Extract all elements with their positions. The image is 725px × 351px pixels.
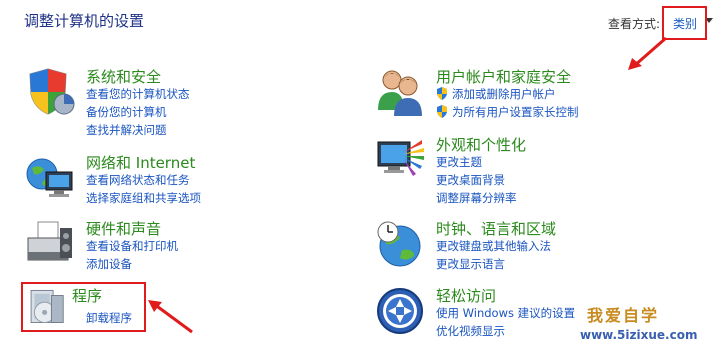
network-globe-icon xyxy=(26,158,73,197)
link-parental-controls[interactable]: 为所有用户设置家长控制 xyxy=(436,104,579,120)
uac-shield-icon xyxy=(437,105,447,118)
link-desktop-background[interactable]: 更改桌面背景 xyxy=(436,172,505,188)
link-screen-resolution[interactable]: 调整屏幕分辨率 xyxy=(436,190,517,206)
link-add-remove-accounts[interactable]: 添加或删除用户帐户 xyxy=(436,86,556,102)
users-icon xyxy=(378,70,422,116)
link-change-display-language[interactable]: 更改显示语言 xyxy=(436,256,505,272)
category-title-network-internet[interactable]: 网络和 Internet xyxy=(86,152,195,173)
link-troubleshoot[interactable]: 查找并解决问题 xyxy=(86,122,167,138)
view-by-label: 查看方式: xyxy=(608,17,661,31)
link-homegroup-sharing[interactable]: 选择家庭组和共享选项 xyxy=(86,190,201,206)
category-title-clock-language-region[interactable]: 时钟、语言和区域 xyxy=(436,218,556,239)
link-windows-suggested-settings[interactable]: 使用 Windows 建议的设置 xyxy=(436,305,575,321)
printer-icon xyxy=(27,221,72,261)
watermark-text: 我爱自学 xyxy=(587,306,660,325)
link-optimize-video-display[interactable]: 优化视频显示 xyxy=(436,323,505,339)
highlight-box-view-by xyxy=(662,6,707,40)
category-title-ease-of-access[interactable]: 轻松访问 xyxy=(436,285,496,306)
link-devices-printers[interactable]: 查看设备和打印机 xyxy=(86,238,178,254)
highlight-box-programs xyxy=(21,282,146,332)
shield-icon xyxy=(29,68,75,115)
link-label: 为所有用户设置家长控制 xyxy=(452,105,579,119)
category-title-hardware-sound[interactable]: 硬件和声音 xyxy=(86,218,161,239)
category-title-user-accounts[interactable]: 用户帐户和家庭安全 xyxy=(436,66,571,87)
watermark-url: www.5izixue.com xyxy=(580,328,698,342)
link-label: 添加或删除用户帐户 xyxy=(452,87,556,101)
link-backup-computer[interactable]: 备份您的计算机 xyxy=(86,104,167,120)
category-title-system-security[interactable]: 系统和安全 xyxy=(86,66,161,87)
monitor-palette-icon xyxy=(377,140,424,176)
link-view-network-status[interactable]: 查看网络状态和任务 xyxy=(86,172,190,188)
category-title-appearance[interactable]: 外观和个性化 xyxy=(436,134,526,155)
page-title: 调整计算机的设置 xyxy=(24,12,145,30)
red-arrow-icon xyxy=(148,300,193,334)
uac-shield-icon xyxy=(437,87,447,100)
link-view-computer-status[interactable]: 查看您的计算机状态 xyxy=(86,86,190,102)
ease-of-access-icon xyxy=(377,288,423,334)
link-change-theme[interactable]: 更改主题 xyxy=(436,154,482,170)
link-change-input-methods[interactable]: 更改键盘或其他输入法 xyxy=(436,238,551,254)
link-add-device[interactable]: 添加设备 xyxy=(86,256,132,272)
globe-clock-icon xyxy=(377,221,421,267)
red-arrow-icon xyxy=(628,36,667,70)
